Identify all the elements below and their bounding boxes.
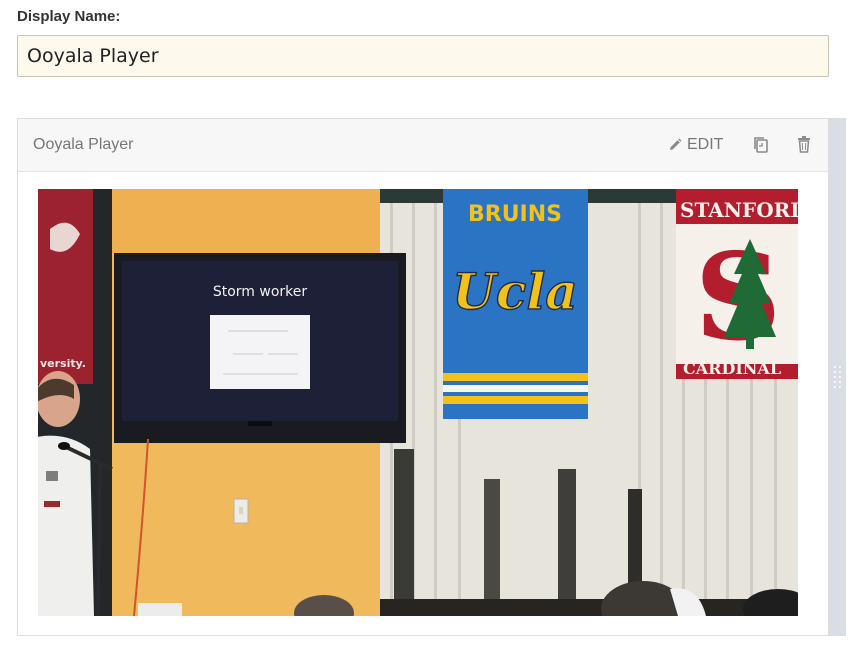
delete-button[interactable] <box>795 135 813 155</box>
page: Display Name: Ooyala Player EDIT <box>0 0 855 648</box>
banner-stanford-bottom: CARDINAL <box>683 359 781 378</box>
edit-button[interactable]: EDIT <box>668 134 723 156</box>
banner-stanford-top: STANFORD <box>680 198 798 222</box>
drag-handle-icon[interactable] <box>833 364 842 390</box>
component-header: Ooyala Player EDIT <box>18 119 828 172</box>
video-player[interactable]: versity. Storm worker BRUINS Ucla STANFO… <box>38 189 798 616</box>
duplicate-button[interactable] <box>751 135 771 155</box>
banner-left-text: versity. <box>40 357 86 370</box>
slide-title: Storm worker <box>213 284 308 300</box>
edit-button-label: EDIT <box>687 136 724 153</box>
component-title: Ooyala Player <box>33 136 134 153</box>
display-name-input[interactable] <box>17 35 829 77</box>
drag-rail[interactable] <box>829 118 846 636</box>
banner-ucla-top: BRUINS <box>468 202 562 227</box>
video-frame-image: versity. Storm worker BRUINS Ucla STANFO… <box>38 189 798 616</box>
duplicate-icon <box>754 137 768 153</box>
pencil-icon <box>670 138 682 150</box>
display-name-label: Display Name: <box>17 8 121 25</box>
banner-ucla-script: Ucla <box>452 262 577 321</box>
trash-icon <box>798 136 810 153</box>
